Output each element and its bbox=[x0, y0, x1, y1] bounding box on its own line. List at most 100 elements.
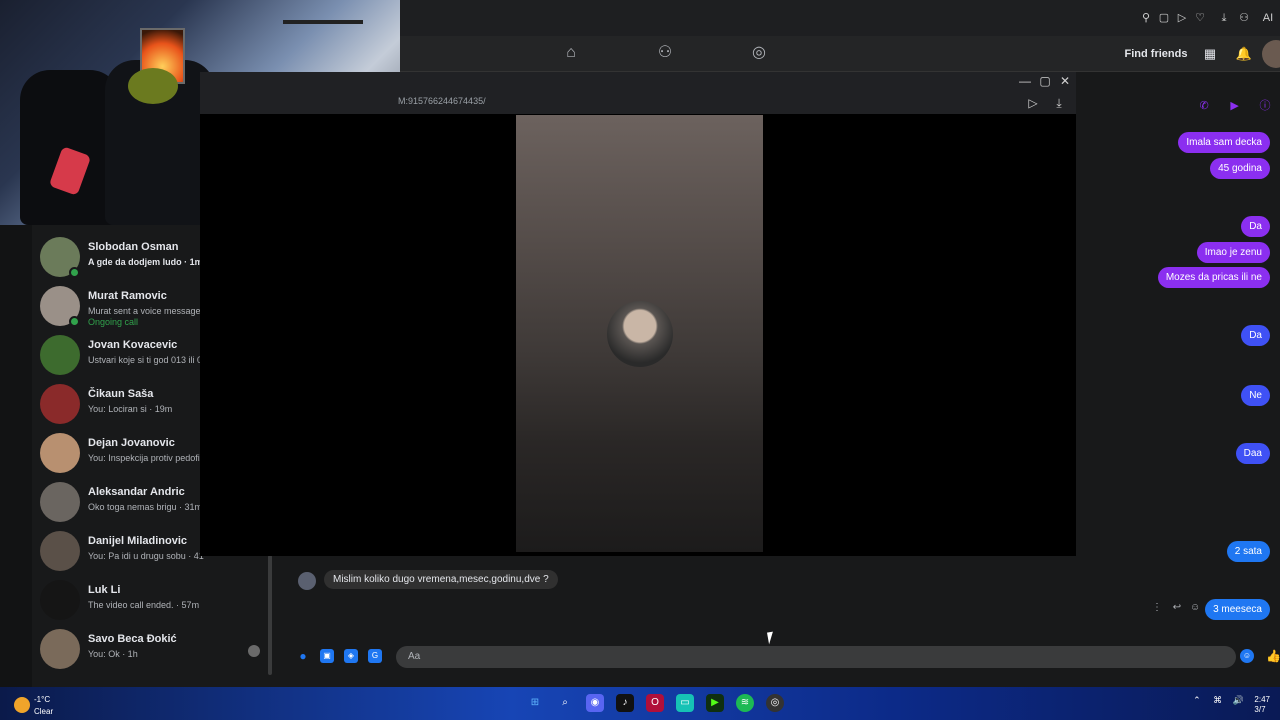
call-url: M:915766244674435/ bbox=[398, 96, 486, 106]
browser-toolbar: ⚲ ▢ ▷ ♡ ⤓ ⚇ AI bbox=[400, 0, 1280, 36]
webcam-shelf bbox=[283, 20, 363, 24]
play-icon[interactable]: ▷ bbox=[1026, 96, 1040, 110]
heart-icon[interactable]: ♡ bbox=[1194, 12, 1206, 24]
home-icon[interactable]: ⌂ bbox=[562, 44, 580, 62]
kick-icon[interactable]: ▶ bbox=[706, 694, 724, 712]
avatar bbox=[40, 629, 80, 669]
more-icon[interactable]: ⋮ bbox=[1152, 602, 1162, 613]
start-icon[interactable]: ⊞ bbox=[526, 694, 544, 712]
ai-button[interactable]: AI bbox=[1256, 12, 1280, 24]
system-tray: ⌃ ⌘ 🔊 2:47 3/7 bbox=[1193, 695, 1270, 715]
avatar bbox=[40, 384, 80, 424]
message-input[interactable]: Aa bbox=[396, 646, 1236, 668]
play-icon[interactable]: ▷ bbox=[1176, 12, 1188, 24]
online-indicator bbox=[69, 267, 80, 278]
outgoing-message[interactable]: Da bbox=[1241, 216, 1270, 237]
find-friends-button[interactable]: Find friends bbox=[1120, 42, 1192, 66]
chat-name: Čikaun Saša bbox=[88, 388, 154, 400]
caller-avatar bbox=[607, 301, 673, 367]
outgoing-message[interactable]: Da bbox=[1241, 325, 1270, 346]
pin-icon[interactable]: ⚲ bbox=[1140, 12, 1152, 24]
notifications-icon[interactable]: 🔔 bbox=[1230, 40, 1258, 68]
chat-status: Ongoing call bbox=[88, 317, 139, 327]
webcam-plant bbox=[128, 68, 178, 104]
outgoing-message[interactable]: Imao je zenu bbox=[1196, 242, 1270, 263]
avatar bbox=[40, 335, 80, 375]
chat-preview: You: Lociran si · 19m bbox=[88, 404, 173, 414]
outgoing-message[interactable]: Ne bbox=[1241, 385, 1270, 406]
network-icon[interactable]: ⌘ bbox=[1213, 695, 1222, 705]
close-button[interactable]: ✕ bbox=[1058, 74, 1072, 88]
chat-list-item[interactable]: Savo Beca Đokić You: Ok · 1h bbox=[32, 627, 278, 676]
outgoing-message[interactable]: Imala sam decka bbox=[1178, 132, 1270, 153]
chat-name: Savo Beca Đokić bbox=[88, 633, 177, 645]
chat-name: Dejan Jovanovic bbox=[88, 437, 175, 449]
scrollbar[interactable] bbox=[268, 555, 272, 675]
volume-icon[interactable]: 🔊 bbox=[1233, 695, 1244, 705]
emoji-icon[interactable]: ☺ bbox=[1240, 649, 1254, 663]
outgoing-message[interactable]: 3 meeseca bbox=[1205, 599, 1270, 620]
video-call-window: — ▢ ✕ M:915766244674435/ ▷ ⤓ bbox=[200, 72, 1076, 556]
outgoing-message[interactable]: 2 sata bbox=[1226, 541, 1270, 562]
avatar bbox=[40, 580, 80, 620]
chat-name: Jovan Kovacevic bbox=[88, 339, 178, 351]
clock-time[interactable]: 2:47 bbox=[1254, 695, 1270, 704]
weather-condition: Clear bbox=[34, 707, 54, 716]
download-icon[interactable]: ⤓ bbox=[1052, 96, 1066, 110]
chat-list-item[interactable]: Luk Li The video call ended. · 57m bbox=[32, 578, 278, 627]
chat-name: Murat Ramovic bbox=[88, 290, 167, 302]
online-indicator bbox=[69, 316, 80, 327]
chat-preview: Murat sent a voice message. · bbox=[88, 306, 204, 316]
sticker-icon[interactable]: ◈ bbox=[344, 649, 358, 663]
like-icon[interactable]: 👍 bbox=[1266, 649, 1280, 663]
groups-icon[interactable]: ◎ bbox=[750, 44, 768, 62]
image-icon[interactable]: ▣ bbox=[320, 649, 334, 663]
maximize-button[interactable]: ▢ bbox=[1038, 74, 1052, 88]
video-call-icon[interactable]: ▶ bbox=[1226, 99, 1244, 112]
chat-preview: You: Inspekcija protiv pedofili bbox=[88, 453, 204, 463]
gif-icon[interactable]: G bbox=[368, 649, 382, 663]
minimize-button[interactable]: — bbox=[1018, 74, 1032, 88]
reply-icon[interactable]: ↩ bbox=[1173, 602, 1181, 613]
clock-date[interactable]: 3/7 bbox=[1254, 705, 1265, 714]
weather-widget[interactable]: -1°C Clear bbox=[10, 693, 70, 717]
chrome-icon[interactable]: ◎ bbox=[766, 694, 784, 712]
square-icon[interactable]: ▢ bbox=[1158, 12, 1170, 24]
facebook-nav: ⌂ ⚇ ◎ Find friends ▦ 🔔 bbox=[400, 36, 1280, 72]
conversation-header-actions: ✆ ▶ ⓘ bbox=[1187, 96, 1274, 114]
message-bubble[interactable]: Mislim koliko dugo vremena,mesec,godinu,… bbox=[324, 570, 558, 589]
opera-icon[interactable]: O bbox=[646, 694, 664, 712]
profile-avatar[interactable] bbox=[1262, 40, 1280, 68]
call-window-titlebar: — ▢ ✕ M:915766244674435/ ▷ ⤓ bbox=[200, 72, 1076, 114]
info-icon[interactable]: ⓘ bbox=[1256, 97, 1274, 113]
chat-preview: A gde da dodjem ludo · 1m bbox=[88, 257, 203, 267]
chevron-up-icon[interactable]: ⌃ bbox=[1193, 695, 1201, 705]
outgoing-message[interactable]: Mozes da pricas ili ne bbox=[1157, 267, 1270, 288]
message-composer: ● ▣ ◈ G Aa ☺ 👍 bbox=[278, 642, 1280, 672]
spotify-icon[interactable]: ≋ bbox=[736, 694, 754, 712]
outgoing-message[interactable]: Daa bbox=[1235, 443, 1270, 464]
chat-name: Slobodan Osman bbox=[88, 241, 179, 253]
sender-avatar bbox=[298, 572, 316, 590]
apps-grid-icon[interactable]: ▦ bbox=[1196, 40, 1224, 68]
chat-preview: Ustvari koje si ti god 013 ili 0' bbox=[88, 355, 204, 365]
chat-preview: You: Pa idi u drugu sobu · 41m bbox=[88, 551, 204, 561]
account-icon[interactable]: ⚇ bbox=[1238, 12, 1250, 24]
avatar bbox=[40, 433, 80, 473]
weather-icon bbox=[14, 697, 30, 713]
tiktok-icon[interactable]: ♪ bbox=[616, 694, 634, 712]
download-icon[interactable]: ⤓ bbox=[1218, 12, 1230, 24]
microphone-icon[interactable]: ● bbox=[296, 649, 310, 663]
app-icon[interactable]: ▭ bbox=[676, 694, 694, 712]
chat-preview: You: Ok · 1h bbox=[88, 649, 138, 659]
chat-preview: Oko toga nemas brigu · 31m bbox=[88, 502, 203, 512]
seen-avatar bbox=[248, 645, 260, 657]
phone-icon[interactable]: ✆ bbox=[1195, 99, 1213, 112]
avatar bbox=[40, 531, 80, 571]
react-icon[interactable]: ☺ bbox=[1190, 602, 1200, 613]
outgoing-message[interactable]: 45 godina bbox=[1210, 158, 1270, 179]
discord-icon[interactable]: ◉ bbox=[586, 694, 604, 712]
friends-icon[interactable]: ⚇ bbox=[656, 44, 674, 62]
search-icon[interactable]: ⌕ bbox=[556, 694, 574, 712]
chat-name: Luk Li bbox=[88, 584, 121, 596]
